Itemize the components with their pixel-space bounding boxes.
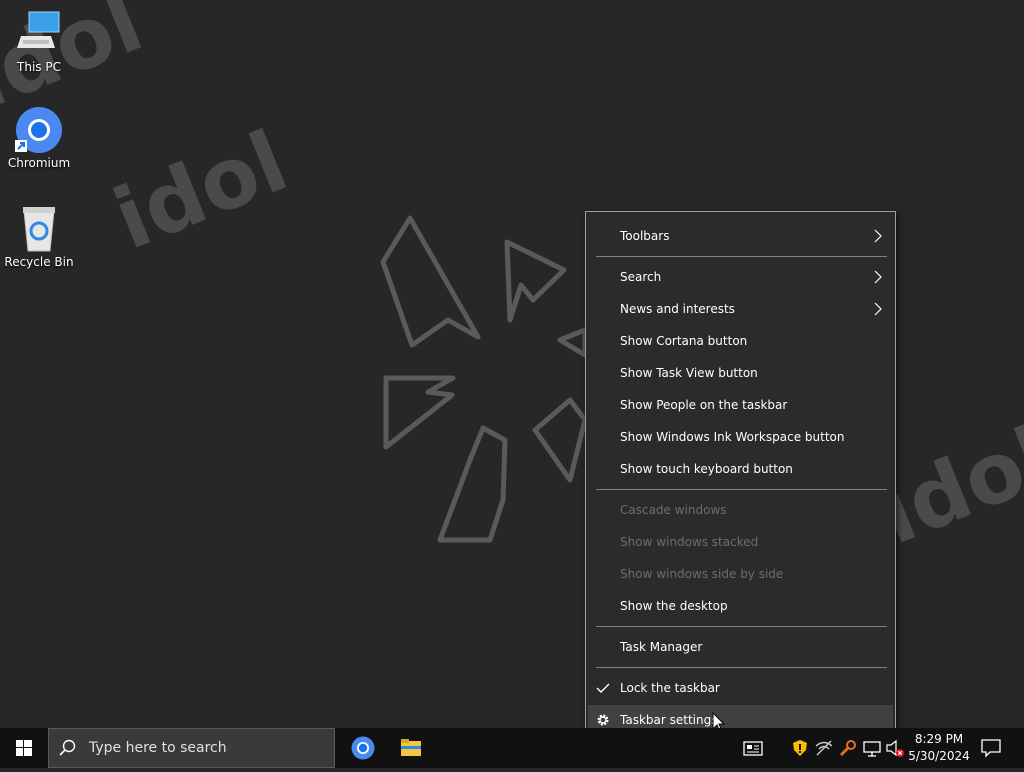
menu-separator bbox=[596, 489, 887, 490]
menu-item-label: Show Task View button bbox=[620, 366, 758, 380]
menu-item-label: News and interests bbox=[620, 302, 735, 316]
menu-item-toolbars[interactable]: Toolbars bbox=[588, 221, 893, 251]
clock-date: 5/30/2024 bbox=[908, 749, 970, 763]
chevron-right-icon bbox=[874, 302, 882, 316]
menu-item-label: Show windows stacked bbox=[620, 535, 759, 549]
desktop-icon-label: Recycle Bin bbox=[4, 255, 74, 269]
menu-item-show-people[interactable]: Show People on the taskbar bbox=[588, 390, 893, 420]
recycle-bin-icon bbox=[15, 205, 63, 253]
wallpaper-logo-shard bbox=[532, 397, 588, 483]
desktop-icon-chromium[interactable]: Chromium bbox=[1, 106, 77, 171]
menu-item-show-windows-stacked: Show windows stacked bbox=[588, 527, 893, 557]
menu-item-show-the-desktop[interactable]: Show the desktop bbox=[588, 591, 893, 621]
wallpaper-logo-shard bbox=[504, 239, 567, 323]
menu-item-show-windows-side-by-side: Show windows side by side bbox=[588, 559, 893, 589]
news-icon[interactable] bbox=[743, 738, 763, 758]
menu-item-label: Show touch keyboard button bbox=[620, 462, 793, 476]
menu-item-label: Show People on the taskbar bbox=[620, 398, 788, 412]
computer-icon bbox=[15, 10, 63, 58]
checkmark-icon bbox=[596, 683, 610, 693]
desktop-icon-label: Chromium bbox=[7, 156, 71, 170]
chromium-icon bbox=[351, 736, 375, 760]
wallpaper-watermark-1: idol bbox=[101, 112, 300, 269]
taskbar-context-menu: Toolbars Search News and interests Show … bbox=[585, 211, 896, 744]
display-icon[interactable] bbox=[862, 738, 882, 758]
wallpaper-logo-shard bbox=[437, 425, 508, 543]
menu-item-show-cortana-button[interactable]: Show Cortana button bbox=[588, 326, 893, 356]
menu-item-show-task-view-button[interactable]: Show Task View button bbox=[588, 358, 893, 388]
taskbar: Type here to search 8:29 PM 5/30/2024 bbox=[0, 728, 1024, 768]
menu-item-news-and-interests[interactable]: News and interests bbox=[588, 294, 893, 324]
start-button[interactable] bbox=[0, 728, 48, 768]
tools-icon[interactable] bbox=[838, 738, 858, 758]
clock-time: 8:29 PM bbox=[914, 732, 964, 746]
menu-item-show-touch-keyboard[interactable]: Show touch keyboard button bbox=[588, 454, 893, 484]
menu-item-label: Show the desktop bbox=[620, 599, 728, 613]
network-icon[interactable] bbox=[814, 738, 834, 758]
menu-separator bbox=[596, 667, 887, 668]
desktop-icon-this-pc[interactable]: This PC bbox=[1, 10, 77, 75]
gear-icon bbox=[597, 714, 609, 726]
menu-item-show-windows-ink[interactable]: Show Windows Ink Workspace button bbox=[588, 422, 893, 452]
taskbar-clock[interactable]: 8:29 PM 5/30/2024 bbox=[905, 731, 973, 765]
windows-logo-icon bbox=[16, 740, 32, 756]
chevron-right-icon bbox=[874, 229, 882, 243]
chevron-right-icon bbox=[874, 270, 882, 284]
menu-item-label: Cascade windows bbox=[620, 503, 727, 517]
menu-item-lock-the-taskbar[interactable]: Lock the taskbar bbox=[588, 673, 893, 703]
action-center-icon[interactable] bbox=[980, 738, 1002, 758]
menu-item-label: Toolbars bbox=[620, 229, 670, 243]
menu-item-label: Show Cortana button bbox=[620, 334, 748, 348]
search-placeholder: Type here to search bbox=[89, 740, 227, 756]
warning-shield-icon[interactable] bbox=[790, 738, 810, 758]
desktop-icon-recycle-bin[interactable]: Recycle Bin bbox=[1, 205, 77, 270]
taskbar-search-box[interactable]: Type here to search bbox=[48, 728, 335, 768]
menu-separator bbox=[596, 256, 887, 257]
menu-item-label: Task Manager bbox=[620, 640, 703, 654]
chromium-icon bbox=[15, 106, 63, 154]
menu-item-task-manager[interactable]: Task Manager bbox=[588, 632, 893, 662]
taskbar-app-chromium[interactable] bbox=[339, 728, 387, 768]
search-icon bbox=[59, 739, 76, 756]
menu-separator bbox=[596, 626, 887, 627]
volume-muted-icon[interactable] bbox=[885, 738, 905, 758]
menu-item-cascade-windows: Cascade windows bbox=[588, 495, 893, 525]
menu-item-label: Show windows side by side bbox=[620, 567, 784, 581]
wallpaper-logo-shard bbox=[380, 215, 481, 348]
menu-item-label: Show Windows Ink Workspace button bbox=[620, 430, 845, 444]
file-explorer-icon bbox=[401, 739, 421, 756]
desktop-icon-label: This PC bbox=[17, 60, 61, 74]
menu-item-search[interactable]: Search bbox=[588, 262, 893, 292]
wallpaper-logo-shard bbox=[383, 375, 456, 450]
taskbar-app-file-explorer[interactable] bbox=[387, 728, 435, 768]
wallpaper-logo-shard bbox=[557, 327, 588, 358]
menu-item-label: Search bbox=[620, 270, 662, 284]
menu-item-label: Lock the taskbar bbox=[620, 681, 720, 695]
